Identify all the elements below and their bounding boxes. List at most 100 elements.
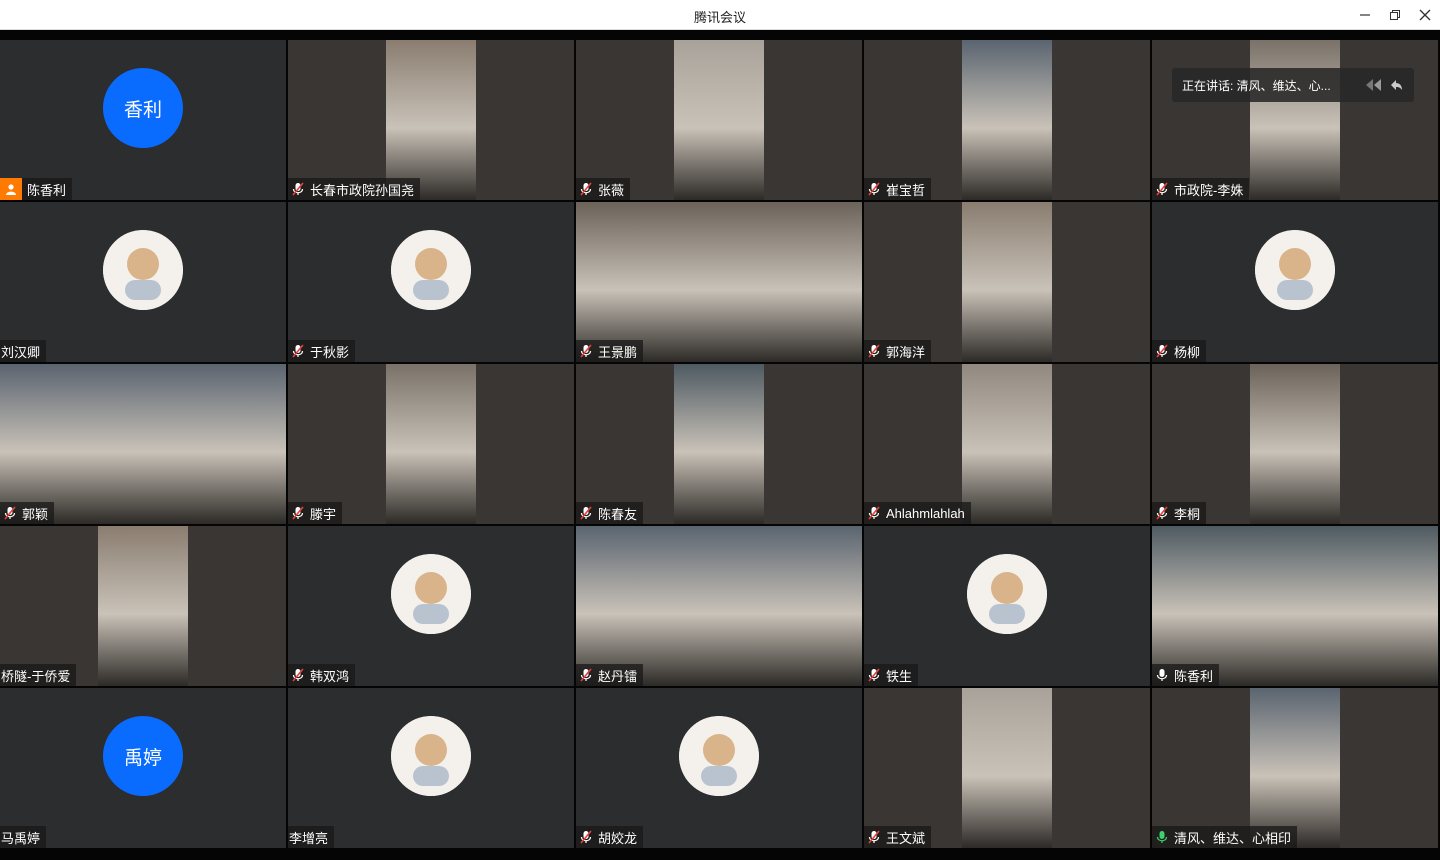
- avatar: 禹婷: [103, 716, 183, 796]
- participant-name-tag: 陈香利: [1152, 664, 1220, 686]
- participant-name-tag: 李桐: [1152, 502, 1207, 524]
- participant-name: 滕宇: [310, 506, 337, 522]
- participant-tile[interactable]: 胡姣龙: [576, 688, 862, 848]
- spiderman-avatar-icon: [103, 230, 183, 310]
- participant-name: Ahlahmlahlah: [886, 505, 965, 521]
- mic-muted-icon: [864, 340, 884, 362]
- participant-name-tag: 崔宝哲: [864, 178, 932, 200]
- participant-name-tag: 郭颖: [0, 502, 55, 524]
- participant-name-tag: 韩双鸿: [288, 664, 356, 686]
- window-title: 腾讯会议: [693, 10, 746, 25]
- restore-button[interactable]: [1380, 0, 1410, 30]
- participant-tile[interactable]: 李增亮: [288, 688, 574, 848]
- mic-muted-icon: [576, 178, 596, 200]
- video-feed: [1250, 688, 1340, 848]
- shiba-dog-avatar-icon: [391, 230, 471, 310]
- video-feed: [962, 202, 1052, 362]
- restore-icon: [1390, 10, 1400, 20]
- participant-name: 长春市政院孙国尧: [310, 182, 415, 198]
- participant-tile[interactable]: 禹婷马禹婷: [0, 688, 286, 848]
- mic-muted-icon: [864, 178, 884, 200]
- participant-tile[interactable]: 香利陈香利: [0, 40, 286, 200]
- participant-name-tag: 清风、维达、心相印: [1152, 826, 1298, 848]
- participant-tile[interactable]: 郭颖: [0, 364, 286, 524]
- collapse-arrow-icon[interactable]: [1388, 77, 1404, 93]
- participant-name-tag: 长春市政院孙国尧: [288, 178, 421, 200]
- video-feed: [386, 40, 476, 200]
- participant-tile[interactable]: 滕宇: [288, 364, 574, 524]
- bunny-girl-avatar-icon: [1255, 230, 1335, 310]
- participant-name: 于秋影: [310, 344, 350, 360]
- video-feed: [1250, 40, 1340, 200]
- participant-name-tag: 杨柳: [1152, 340, 1207, 362]
- participant-name-tag: 铁生: [864, 664, 919, 686]
- participant-tile[interactable]: Ahlahmlahlah: [864, 364, 1150, 524]
- title-bar: 腾讯会议: [0, 0, 1440, 30]
- participant-tile[interactable]: 桥隧-于侨爱: [0, 526, 286, 686]
- mic-muted-icon: [864, 664, 884, 686]
- video-feed: [674, 40, 764, 200]
- participant-name: 刘汉卿: [1, 344, 41, 360]
- participant-tile[interactable]: 市政院-李姝: [1152, 40, 1438, 200]
- mic-muted-icon: [0, 502, 20, 524]
- close-button[interactable]: [1410, 0, 1440, 30]
- mic-muted-icon: [576, 826, 596, 848]
- participant-tile[interactable]: 崔宝哲: [864, 40, 1150, 200]
- mic-muted-icon: [288, 340, 308, 362]
- participant-name: 张薇: [598, 182, 625, 198]
- portrait-man-avatar-icon: [679, 716, 759, 796]
- speaking-indicator[interactable]: 正在讲话: 清风、维达、心...: [1172, 68, 1414, 102]
- participant-tile[interactable]: 赵丹镭: [576, 526, 862, 686]
- video-feed: [962, 364, 1052, 524]
- participant-tile[interactable]: 铁生: [864, 526, 1150, 686]
- video-feed: [576, 202, 862, 362]
- participant-name-tag: 郭海洋: [864, 340, 932, 362]
- participant-name: 崔宝哲: [886, 182, 926, 198]
- participant-tile[interactable]: 杨柳: [1152, 202, 1438, 362]
- participant-tile[interactable]: 长春市政院孙国尧: [288, 40, 574, 200]
- video-feed: [0, 364, 286, 524]
- video-feed: [386, 364, 476, 524]
- video-grid: 香利 陈香利 长春市政院孙国尧 张薇 崔宝哲 市政院-李姝 刘汉卿 于秋影 王景鹏 郭海洋 杨柳 郭颖…: [0, 30, 1440, 860]
- participant-name: 马禹婷: [1, 830, 41, 846]
- walking-person-avatar-icon: [967, 554, 1047, 634]
- participant-tile[interactable]: 张薇: [576, 40, 862, 200]
- mic-icon: [1152, 664, 1172, 686]
- participant-tile[interactable]: 刘汉卿: [0, 202, 286, 362]
- participant-tile[interactable]: 王文斌: [864, 688, 1150, 848]
- mic-muted-icon: [864, 502, 884, 524]
- expand-icon[interactable]: [1364, 77, 1386, 93]
- avatar: 香利: [103, 68, 183, 148]
- participant-name: 郭海洋: [886, 344, 926, 360]
- participant-tile[interactable]: 陈春友: [576, 364, 862, 524]
- mic-speaking-icon: [1152, 826, 1172, 848]
- participant-name: 胡姣龙: [598, 830, 638, 846]
- participant-name: 陈香利: [27, 182, 67, 198]
- potato-fries-avatar-icon: [391, 554, 471, 634]
- participant-tile[interactable]: 李桐: [1152, 364, 1438, 524]
- speaking-text: 正在讲话: 清风、维达、心...: [1182, 78, 1331, 93]
- video-feed: [962, 688, 1052, 848]
- participant-name: 陈春友: [598, 506, 638, 522]
- participant-name: 杨柳: [1174, 344, 1201, 360]
- participant-tile[interactable]: 王景鹏: [576, 202, 862, 362]
- participant-tile[interactable]: 清风、维达、心相印: [1152, 688, 1438, 848]
- mic-muted-icon: [288, 502, 308, 524]
- participant-name-tag: 李增亮: [288, 826, 335, 848]
- mic-muted-icon: [576, 664, 596, 686]
- participant-tile[interactable]: 韩双鸿: [288, 526, 574, 686]
- participant-name: 清风、维达、心相印: [1174, 830, 1292, 846]
- participant-name-tag: 于秋影: [288, 340, 356, 362]
- participant-tile[interactable]: 于秋影: [288, 202, 574, 362]
- participant-tile[interactable]: 郭海洋: [864, 202, 1150, 362]
- participant-name-tag: 马禹婷: [0, 826, 47, 848]
- minimize-button[interactable]: [1350, 0, 1380, 30]
- participant-name: 郭颖: [22, 506, 49, 522]
- participant-name: 铁生: [886, 668, 913, 684]
- participant-tile[interactable]: 陈香利: [1152, 526, 1438, 686]
- mic-muted-icon: [288, 664, 308, 686]
- participant-name-tag: 陈春友: [576, 502, 644, 524]
- mic-muted-icon: [576, 502, 596, 524]
- host-user-icon: [0, 178, 22, 200]
- participant-name: 李增亮: [289, 830, 329, 846]
